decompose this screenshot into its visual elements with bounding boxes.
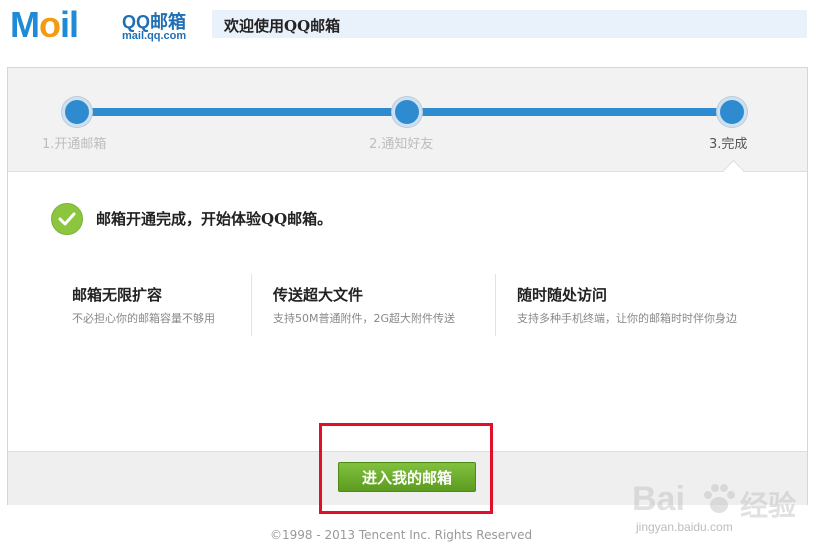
annotation-highlight-box <box>319 423 493 514</box>
feature-title: 随时随处访问 <box>517 286 608 304</box>
header-bar: 欢迎使用QQ邮箱 <box>212 10 807 38</box>
feature-divider <box>495 274 496 336</box>
step-label-1: 1.开通邮箱 <box>42 137 107 152</box>
progress-steps: 1.开通邮箱 2.通知好友 3.完成 <box>8 68 807 172</box>
watermark-brand: Bai <box>632 480 685 518</box>
step-dot-3 <box>717 97 747 127</box>
step-dot-1 <box>62 97 92 127</box>
checkmark-circle-icon <box>51 203 83 235</box>
feature-desc: 支持50M普通附件，2G超大附件传送 <box>273 312 456 325</box>
completion-message: 邮箱开通完成，开始体验QQ邮箱。 <box>96 210 333 228</box>
watermark-url: jingyan.baidu.com <box>636 520 733 534</box>
feature-divider <box>251 274 252 336</box>
feature-desc: 不必担心你的邮箱容量不够用 <box>72 312 215 325</box>
step-label-3: 3.完成 <box>709 137 748 152</box>
feature-desc: 支持多种手机终端，让你的邮箱时时伴你身边 <box>517 312 737 325</box>
paw-icon <box>704 484 735 513</box>
feature-title: 邮箱无限扩容 <box>72 286 163 304</box>
watermark-jingyan: 经验 <box>740 489 797 522</box>
baidu-jingyan-watermark: Bai 经验 <box>632 480 812 522</box>
page-title: 欢迎使用QQ邮箱 <box>224 17 341 35</box>
step-label-2: 2.通知好友 <box>369 137 434 152</box>
step-dot-2 <box>392 97 422 127</box>
logo-wordmark: Moil <box>10 4 79 45</box>
qqmail-logo[interactable]: Moil QQ邮箱 mail.qq.com <box>10 4 200 46</box>
copyright: ©1998 - 2013 Tencent Inc. Rights Reserve… <box>270 528 533 542</box>
logo-domain: mail.qq.com <box>122 30 187 42</box>
feature-title: 传送超大文件 <box>273 286 364 304</box>
